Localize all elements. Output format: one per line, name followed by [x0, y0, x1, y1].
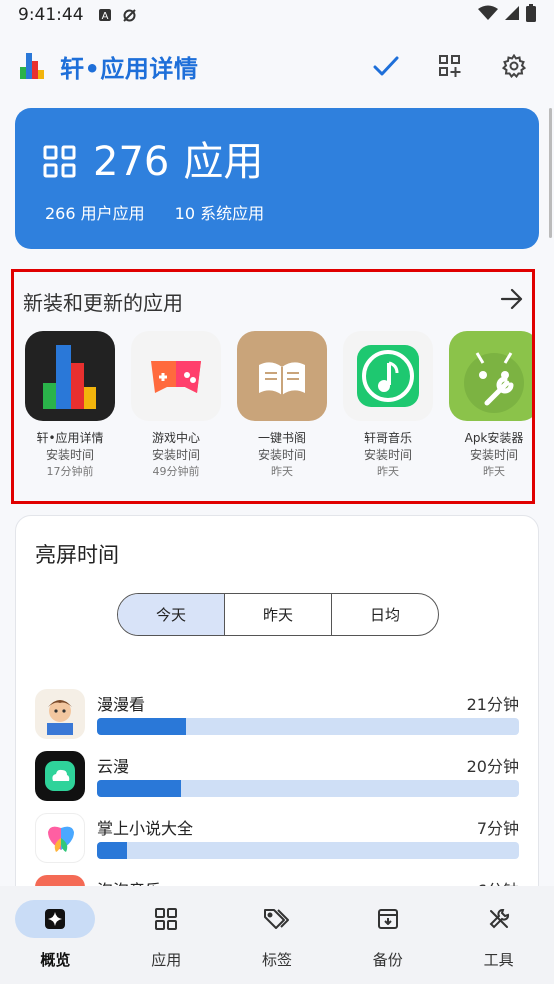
add-grid-icon [439, 55, 461, 77]
app-title: 轩•应用详情 [60, 54, 199, 83]
battery-icon [526, 3, 536, 27]
usage-app-name: 漫漫看 [97, 695, 146, 714]
period-segmented-control: 今天 昨天 日均 [117, 593, 439, 636]
signal-icon [504, 5, 520, 26]
system-apps-count: 10 系统应用 [174, 204, 265, 223]
app-name: 游戏中心 [151, 431, 200, 445]
tab-daily-average[interactable]: 日均 [331, 594, 438, 635]
app-name: 轩•应用详情 [36, 431, 104, 445]
apps-grid-icon [43, 145, 76, 178]
manmankan-icon [35, 689, 85, 739]
install-label: 安装时间 [363, 448, 412, 462]
book-icon [237, 331, 327, 421]
apps-unit: 应用 [183, 139, 264, 185]
novel-icon [35, 813, 85, 863]
usage-app-name: 云漫 [97, 757, 130, 776]
app-name: 轩哥音乐 [363, 431, 412, 445]
install-label: 安装时间 [257, 448, 306, 462]
apk-installer-icon [449, 331, 532, 421]
check-icon [373, 56, 399, 76]
install-label: 安装时间 [151, 448, 200, 462]
arrow-right-button[interactable] [500, 288, 524, 314]
usage-bar-fill [97, 780, 182, 797]
nav-label: 工具 [483, 951, 514, 969]
arrow-right-icon [500, 288, 523, 310]
scrollbar[interactable] [549, 108, 552, 238]
sparkle-icon [45, 909, 66, 929]
usage-bar [97, 842, 519, 859]
no-sync-icon [122, 8, 137, 23]
user-apps-count: 266 用户应用 [45, 204, 145, 223]
status-bar: 9:41:44 A [0, 0, 554, 30]
apps-count: 276 [93, 139, 170, 185]
usage-time: 7分钟 [476, 819, 519, 838]
screen-time-title: 亮屏时间 [35, 543, 119, 567]
usage-bar-fill [97, 842, 127, 859]
screen-time-card: 亮屏时间 今天 昨天 日均 漫漫看 21分钟 云漫 20分钟 掌上小说大全 7分… [15, 515, 539, 935]
game-center-icon [131, 331, 221, 421]
usage-row[interactable]: 漫漫看 21分钟 [35, 689, 519, 741]
bottom-navigation: 概览 应用 标签 备份 工具 [0, 886, 554, 984]
usage-time: 21分钟 [466, 695, 519, 714]
status-time: 9:41:44 [18, 5, 84, 25]
nav-item-apps[interactable]: 应用 [111, 886, 222, 984]
usage-bar [97, 780, 519, 797]
install-label: 安装时间 [45, 448, 94, 462]
usage-row[interactable]: 掌上小说大全 7分钟 [35, 813, 519, 865]
top-app-bar: 轩•应用详情 [0, 40, 554, 92]
yunman-icon [35, 751, 85, 801]
usage-row[interactable]: 云漫 20分钟 [35, 751, 519, 803]
recent-apps-title: 新装和更新的应用 [23, 290, 183, 315]
add-grid-button[interactable] [430, 46, 470, 86]
install-time: 昨天 [377, 465, 399, 478]
nav-label: 应用 [151, 951, 182, 969]
nav-item-tags[interactable]: 标签 [222, 886, 333, 984]
usage-app-name: 掌上小说大全 [97, 819, 194, 838]
nav-label: 标签 [261, 951, 292, 969]
recent-apps-list: 轩•应用详情 安装时间 17分钟前 游戏中心 安装时间 49分钟前 一键书阁 安… [17, 331, 532, 480]
archive-icon [377, 909, 398, 929]
app-details-icon [25, 331, 115, 421]
app-name: 一键书阁 [257, 431, 306, 445]
app-logo-icon [20, 53, 46, 79]
usage-bar [97, 718, 519, 735]
svg-text:A: A [102, 11, 109, 22]
tab-yesterday[interactable]: 昨天 [224, 594, 331, 635]
nav-label: 概览 [40, 951, 71, 969]
recent-app-item[interactable]: 一键书阁 安装时间 昨天 [229, 331, 335, 480]
nav-item-backup[interactable]: 备份 [332, 886, 443, 984]
tags-icon [263, 909, 289, 929]
install-time: 昨天 [483, 465, 505, 478]
nav-item-tools[interactable]: 工具 [443, 886, 554, 984]
apps-grid-icon [155, 908, 178, 930]
install-time: 49分钟前 [152, 465, 200, 478]
recent-apps-section: 新装和更新的应用 轩•应用详情 安装时间 17分钟前 游戏中心 安装时间 49分… [11, 269, 535, 504]
install-time: 17分钟前 [46, 465, 94, 478]
recent-app-item[interactable]: Apk安装器 安装时间 昨天 [441, 331, 532, 480]
settings-icon [502, 54, 526, 78]
tab-today[interactable]: 今天 [118, 594, 224, 635]
wifi-icon [478, 5, 498, 26]
check-button[interactable] [366, 46, 406, 86]
install-label: 安装时间 [469, 448, 518, 462]
usage-bar-fill [97, 718, 186, 735]
recent-app-item[interactable]: 轩•应用详情 安装时间 17分钟前 [17, 331, 123, 480]
nav-item-overview[interactable]: 概览 [0, 886, 111, 984]
recent-app-item[interactable]: 游戏中心 安装时间 49分钟前 [123, 331, 229, 480]
apps-summary-card[interactable]: 276 应用 266 用户应用 10 系统应用 [15, 108, 539, 249]
tools-icon [489, 908, 509, 929]
usage-time: 20分钟 [466, 757, 519, 776]
recent-app-item[interactable]: 轩哥音乐 安装时间 昨天 [335, 331, 441, 480]
a-badge-icon: A [98, 8, 113, 23]
app-name: Apk安装器 [464, 431, 524, 445]
music-icon [343, 331, 433, 421]
nav-label: 备份 [372, 951, 403, 969]
install-time: 昨天 [271, 465, 293, 478]
settings-button[interactable] [494, 46, 534, 86]
